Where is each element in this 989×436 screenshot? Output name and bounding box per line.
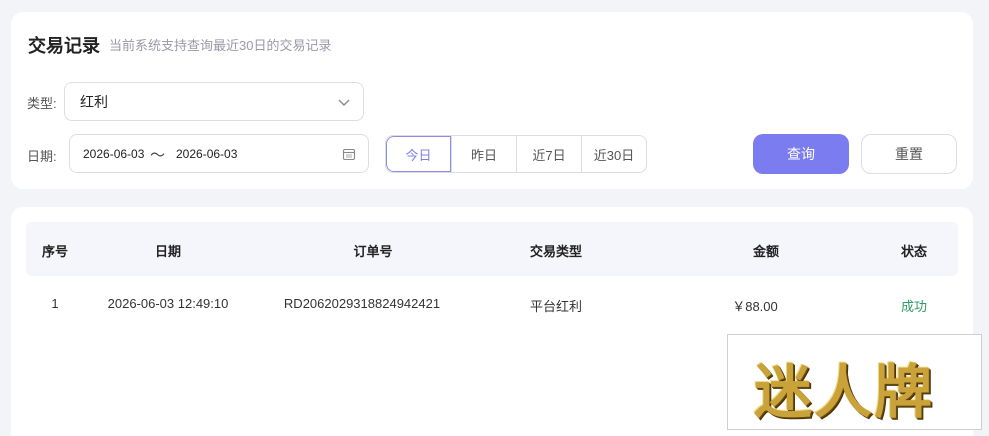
filter-panel: 交易记录 当前系统支持查询最近30日的交易记录 类型: 红利 日期: 2026-… [11, 12, 973, 189]
column-header-type: 交易类型 [529, 244, 583, 259]
reset-button[interactable]: 重置 [861, 134, 957, 174]
query-button[interactable]: 查询 [753, 134, 849, 174]
row-amount: ￥88.00 [732, 299, 778, 314]
table-header: 序号 日期 订单号 交易类型 金额 状态 [26, 222, 958, 276]
row-order-no: RD2062029318824942421 [283, 296, 441, 311]
column-header-amount: 金额 [752, 244, 780, 259]
type-select-value: 红利 [80, 93, 108, 110]
row-index: 1 [51, 296, 59, 311]
row-status-badge: 成功 [900, 299, 928, 314]
date-start-input[interactable]: 2026-06-03 [83, 147, 144, 161]
watermark-logo-text: 迷人牌 [754, 358, 935, 426]
calendar-icon[interactable] [342, 147, 356, 161]
column-header-status: 状态 [900, 244, 928, 259]
column-header-order-no: 订单号 [353, 244, 393, 259]
type-select[interactable]: 红利 [64, 82, 364, 121]
column-header-index: 序号 [41, 244, 69, 259]
date-range-picker[interactable]: 2026-06-03 ～ 2026-06-03 [69, 134, 369, 173]
type-label: 类型: [27, 96, 57, 111]
row-type: 平台红利 [529, 299, 583, 314]
quick-range-yesterday[interactable]: 昨日 [451, 136, 516, 172]
date-label: 日期: [27, 149, 57, 164]
date-end-input[interactable]: 2026-06-03 [176, 147, 237, 161]
quick-range-7days[interactable]: 近7日 [516, 136, 581, 172]
quick-range-group: 今日 昨日 近7日 近30日 [385, 135, 647, 173]
watermark-logo: 迷人牌 [727, 334, 982, 430]
row-date: 2026-06-03 12:49:10 [107, 296, 229, 311]
page-title: 交易记录 [28, 36, 100, 56]
date-range-separator: ～ [150, 147, 166, 164]
column-header-date: 日期 [154, 244, 182, 259]
quick-range-today[interactable]: 今日 [386, 136, 451, 172]
page-subtitle: 当前系统支持查询最近30日的交易记录 [109, 38, 332, 53]
quick-range-30days[interactable]: 近30日 [581, 136, 646, 172]
chevron-down-icon [338, 99, 350, 106]
